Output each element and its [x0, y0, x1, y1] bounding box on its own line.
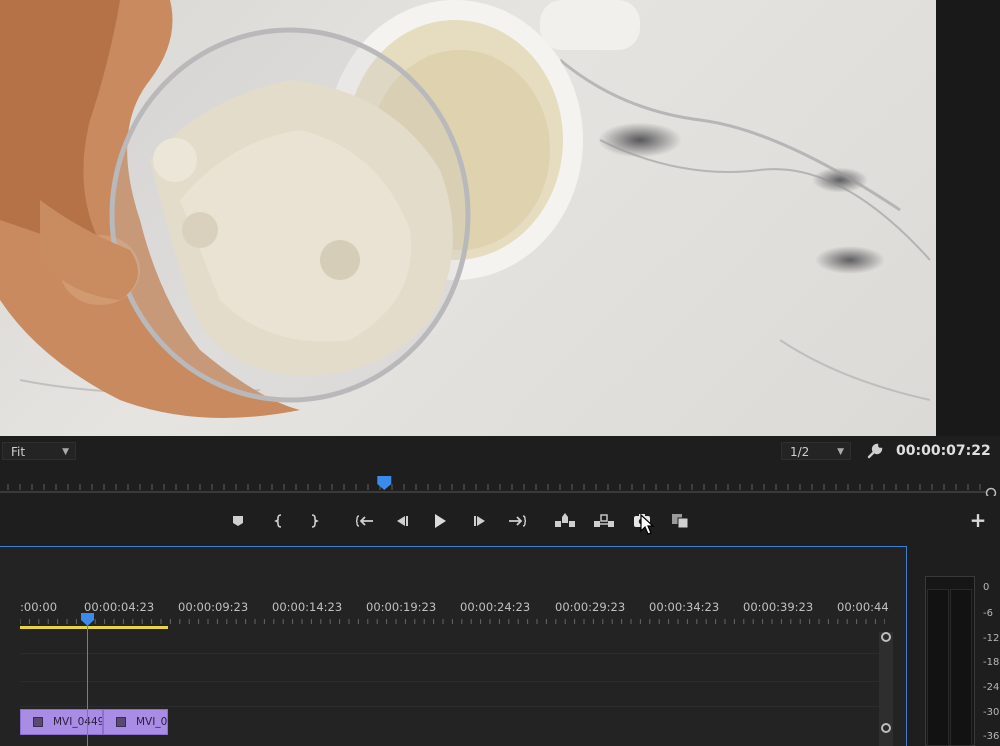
clip-name: MVI_0449	[53, 716, 103, 728]
go-to-out-icon	[509, 515, 526, 527]
ruler-label: 00:00:44	[837, 600, 889, 614]
play-button[interactable]	[427, 508, 453, 534]
track-divider	[20, 681, 880, 682]
ruler-label: 00:00:29:23	[555, 600, 626, 614]
ruler-label: 00:00:14:23	[272, 600, 343, 614]
go-to-in-icon	[356, 515, 373, 527]
chevron-down-icon: ▼	[62, 447, 69, 457]
meter-scale-label: -24	[983, 682, 1000, 693]
meter-scale-label: -36	[983, 731, 1000, 742]
add-marker-button[interactable]	[225, 508, 251, 534]
meter-scale-label: -6	[983, 608, 993, 619]
audio-meter-right-channel	[950, 589, 972, 746]
fx-badge-icon	[116, 717, 126, 727]
play-icon	[435, 514, 446, 528]
transport-controls	[0, 508, 1000, 536]
track-divider	[20, 706, 880, 707]
scroll-handle-bottom[interactable]	[881, 723, 891, 733]
lift-icon	[555, 513, 575, 527]
timeline-clip[interactable]: MVI_0	[103, 709, 168, 735]
monitor-playhead-icon[interactable]	[377, 476, 392, 490]
extract-button[interactable]	[591, 508, 617, 534]
playhead-timecode[interactable]: 00:00:07:22	[896, 443, 991, 459]
timeline-vertical-scrollbar[interactable]	[879, 632, 893, 746]
zoom-level-select[interactable]: Fit ▼	[2, 442, 76, 460]
video-frame-image	[0, 0, 931, 418]
mark-in-icon	[274, 514, 282, 528]
step-back-icon	[397, 516, 408, 526]
meter-scale-label: 0	[983, 582, 990, 593]
meter-scale-label: -30	[983, 707, 1000, 718]
timeline-playhead-line[interactable]	[87, 620, 88, 746]
playback-resolution-select[interactable]: 1/2 ▼	[781, 442, 851, 460]
ruler-ticks	[20, 619, 885, 624]
ruler-label: 00:00:39:23	[743, 600, 814, 614]
fx-badge-icon	[33, 717, 43, 727]
ruler-label: 00:00:09:23	[178, 600, 249, 614]
meter-scale-label: -12	[983, 633, 1000, 644]
mouse-cursor-icon	[640, 514, 654, 535]
step-forward-icon	[474, 516, 485, 526]
ruler-label: :00:00	[20, 600, 58, 614]
ruler-label: 00:00:34:23	[649, 600, 720, 614]
zoom-scroll-handle[interactable]	[985, 487, 997, 499]
mark-in-button[interactable]	[266, 508, 292, 534]
settings-wrench-icon[interactable]	[866, 442, 884, 460]
scroll-handle-top[interactable]	[881, 632, 891, 642]
audio-meter-left-channel	[927, 589, 949, 746]
monitor-side-gutter	[936, 0, 1000, 436]
meter-scale-label: -18	[983, 657, 1000, 668]
marker-icon	[233, 516, 243, 526]
monitor-scrub-bar[interactable]	[0, 476, 1000, 499]
playback-resolution-value: 1/2	[790, 445, 810, 459]
ruler-label: 00:00:04:23	[84, 600, 155, 614]
comparison-view-icon	[672, 514, 689, 529]
timeline-playhead-icon[interactable]	[81, 613, 94, 626]
track-divider	[20, 653, 880, 654]
work-area-bar[interactable]	[20, 626, 168, 629]
lift-button[interactable]	[552, 508, 578, 534]
scrub-ruler[interactable]	[0, 476, 1000, 499]
clip-name: MVI_0	[136, 716, 168, 728]
extract-icon	[594, 514, 614, 527]
button-editor-add-button[interactable]: +	[968, 510, 988, 530]
program-monitor-video	[0, 0, 936, 436]
step-forward-button[interactable]	[467, 508, 493, 534]
go-to-out-button[interactable]	[504, 508, 530, 534]
mark-out-icon	[311, 514, 319, 528]
ruler-label: 00:00:24:23	[460, 600, 531, 614]
mark-out-button[interactable]	[301, 508, 327, 534]
comparison-view-button[interactable]	[668, 508, 694, 534]
ruler-label: 00:00:19:23	[366, 600, 437, 614]
chevron-down-icon: ▼	[837, 447, 844, 457]
timeline-clip[interactable]: MVI_0449	[20, 709, 103, 735]
step-back-button[interactable]	[389, 508, 415, 534]
go-to-in-button[interactable]	[352, 508, 378, 534]
zoom-level-value: Fit	[11, 445, 26, 459]
